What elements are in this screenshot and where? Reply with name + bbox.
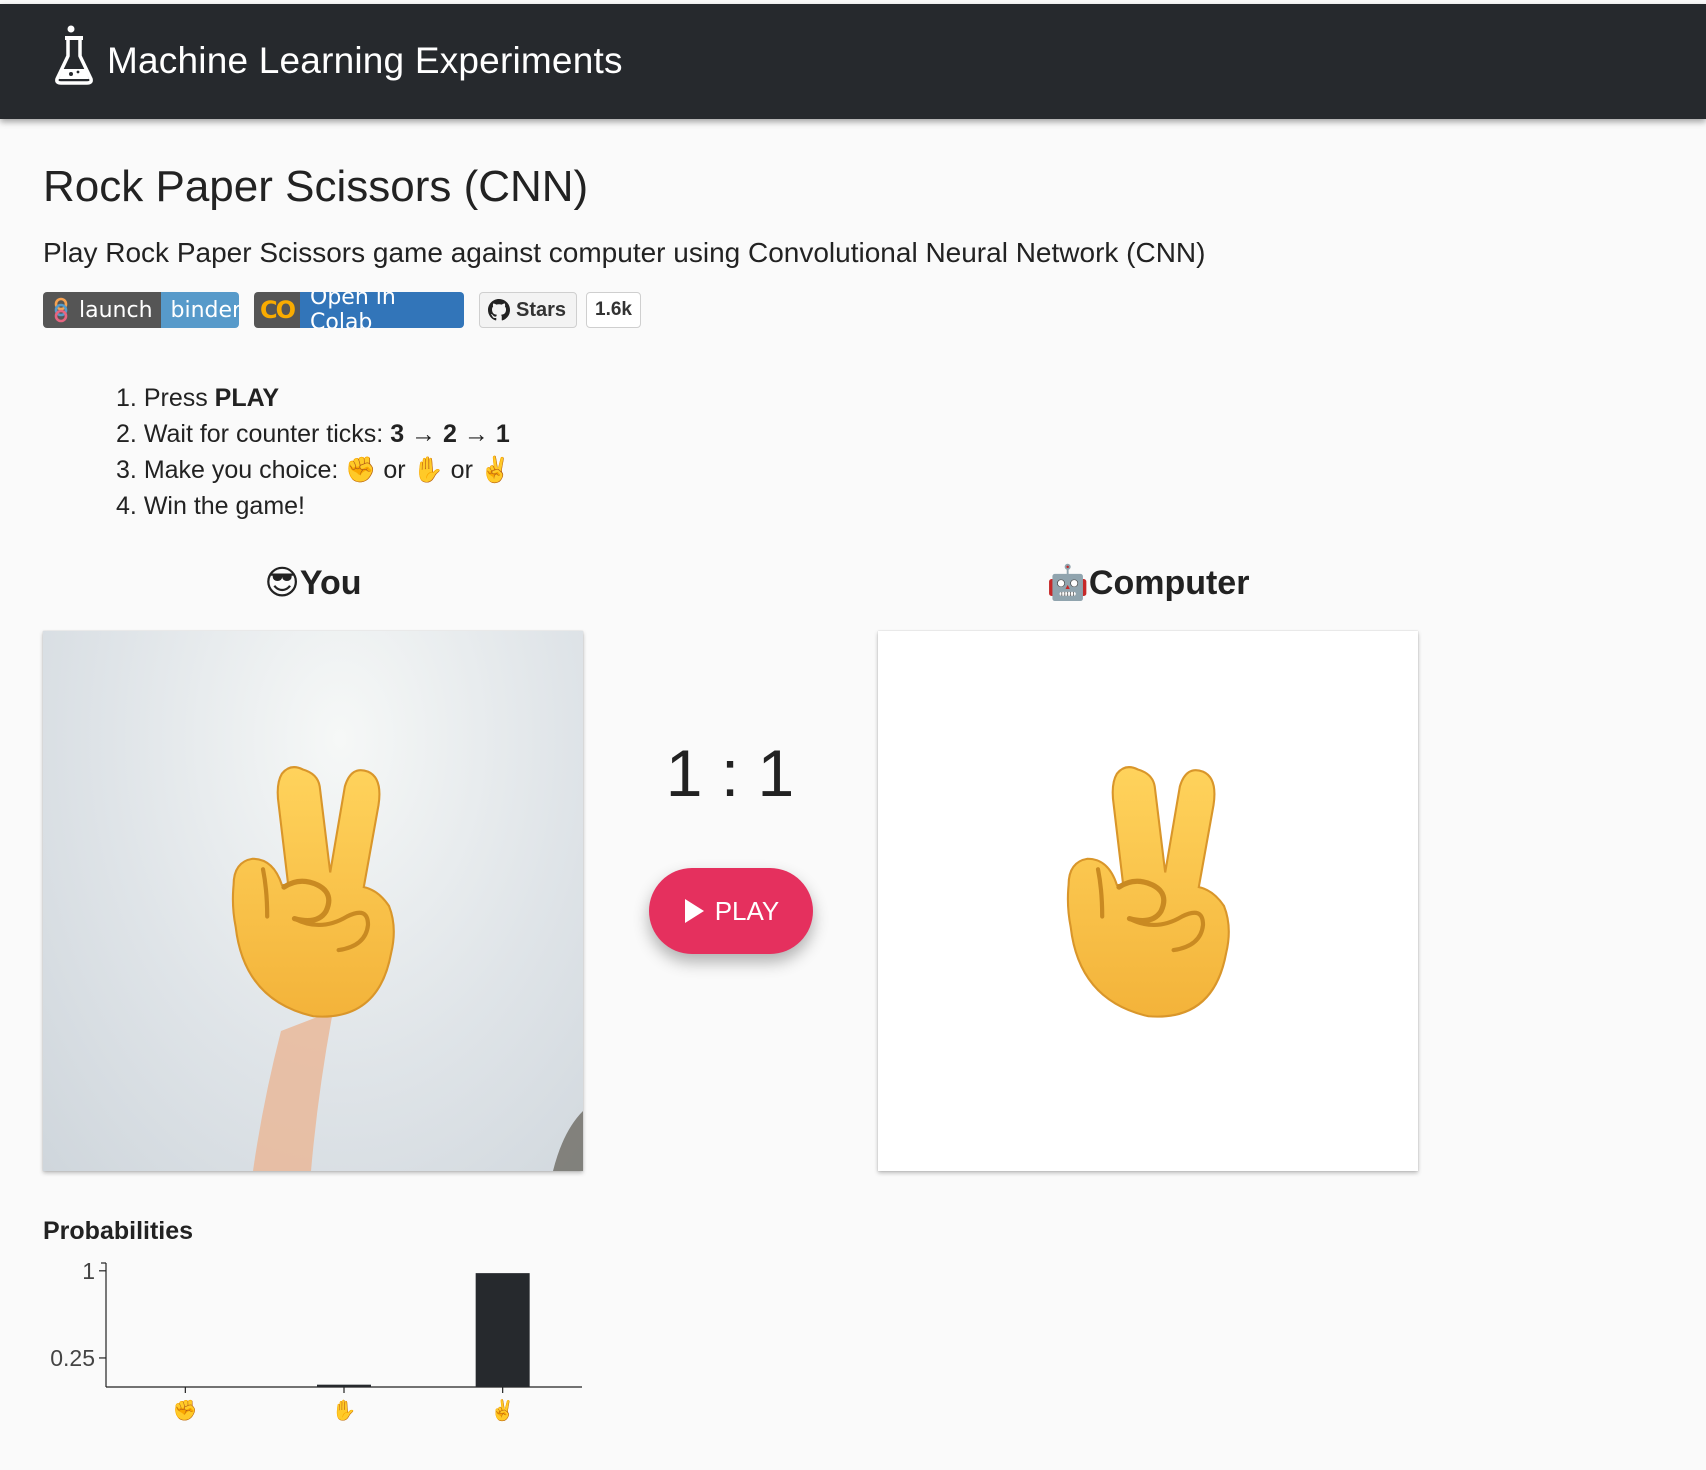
- user-heading: 😎You: [43, 563, 583, 603]
- play-button[interactable]: PLAY: [649, 868, 813, 954]
- paper-emoji-icon: ✋: [412, 455, 444, 484]
- user-label: You: [299, 564, 362, 602]
- user-score: 1: [665, 736, 703, 810]
- github-icon: [488, 299, 510, 321]
- instruction-step-1: 1. Press PLAY: [116, 384, 280, 412]
- probabilities-chart: 1 0.25 ✊ ✋ ✌️: [50, 1258, 582, 1422]
- play-button-label: PLAY: [714, 895, 780, 926]
- instruction-step-4: 4. Win the game!: [116, 492, 305, 520]
- score-display: 1 : 1: [645, 735, 815, 811]
- instructions-list: 1. Press PLAY 2. Wait for counter ticks:…: [116, 380, 511, 524]
- app-title[interactable]: Machine Learning Experiments: [107, 40, 623, 82]
- user-hand-image: [43, 631, 583, 1171]
- instruction-step-2: 2. Wait for counter ticks: 3 → 2 → 1: [116, 420, 510, 448]
- y-tick-label: 0.25: [50, 1345, 95, 1371]
- robot-face-icon: 🤖: [1046, 563, 1089, 603]
- binder-icon: [54, 297, 68, 323]
- colab-badge-label: Open in Colab: [310, 292, 396, 328]
- top-app-bar: Machine Learning Experiments: [0, 4, 1706, 119]
- score-separator: :: [720, 736, 740, 810]
- page-title: Rock Paper Scissors (CNN): [43, 162, 589, 211]
- probabilities-title: Probabilities: [43, 1217, 194, 1245]
- github-stars-count[interactable]: 1.6k: [586, 292, 641, 328]
- probability-bar: [317, 1384, 371, 1387]
- github-stars-button[interactable]: Stars: [479, 292, 577, 328]
- x-tick-label: ✋: [332, 1398, 357, 1422]
- x-tick-label: ✌️: [490, 1398, 515, 1422]
- user-webcam-card: [43, 631, 583, 1171]
- launch-binder-badge[interactable]: launch binder: [43, 292, 239, 328]
- instruction-step-3: 3. Make you choice: ✊ or ✋ or ✌️: [116, 455, 511, 484]
- computer-heading: 🤖Computer: [878, 563, 1418, 603]
- scissors-emoji-icon: ✌️: [479, 455, 511, 484]
- github-stars-label: Stars: [516, 298, 567, 321]
- page-subtitle: Play Rock Paper Scissors game against co…: [43, 237, 1206, 268]
- open-in-colab-badge[interactable]: CO Open in Colab: [254, 292, 464, 328]
- computer-hand-image: [878, 631, 1418, 1171]
- y-tick-label: 1: [82, 1258, 95, 1284]
- x-tick-label: ✊: [173, 1398, 198, 1422]
- flask-icon: [55, 25, 93, 85]
- colab-icon: CO: [260, 296, 296, 324]
- computer-score: 1: [757, 736, 795, 810]
- sunglasses-face-icon: 😎: [264, 563, 300, 603]
- binder-badge-right-label: binder: [170, 297, 239, 323]
- play-icon: [684, 899, 704, 923]
- rock-emoji-icon: ✊: [345, 455, 377, 484]
- computer-label: Computer: [1088, 564, 1250, 602]
- probability-bar: [475, 1273, 530, 1387]
- computer-choice-card: [878, 631, 1418, 1171]
- binder-badge-left-label: launch: [79, 297, 153, 323]
